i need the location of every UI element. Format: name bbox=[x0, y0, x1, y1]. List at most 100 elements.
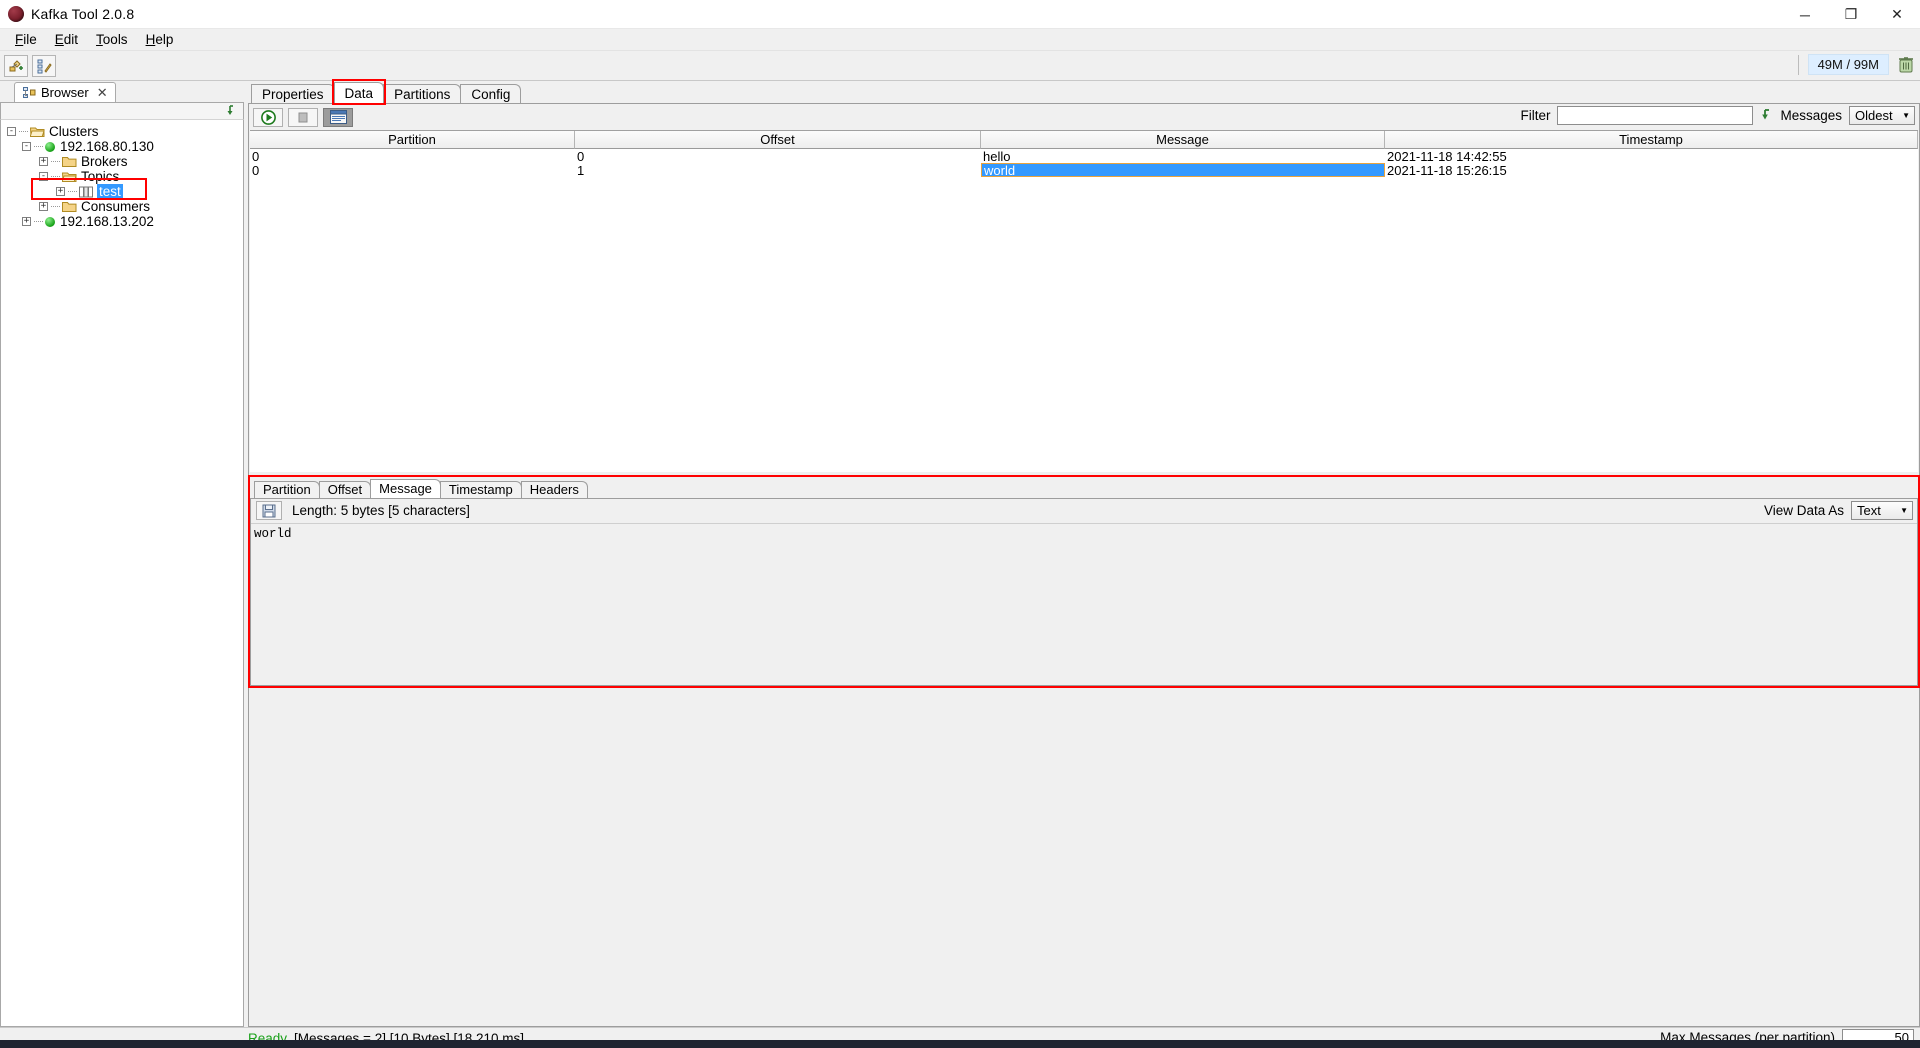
topic-tabstrip: Properties Data Partitions Config bbox=[248, 79, 1920, 105]
column-header-timestamp[interactable]: Timestamp bbox=[1385, 131, 1918, 149]
collapse-all-icon[interactable] bbox=[226, 105, 237, 117]
table-view-button[interactable] bbox=[323, 107, 353, 127]
menu-bar: File Edit Tools Help bbox=[0, 29, 1920, 51]
detail-tab-offset[interactable]: Offset bbox=[318, 480, 372, 498]
tab-browser-close-icon[interactable]: ✕ bbox=[97, 85, 108, 101]
cell-offset: 1 bbox=[577, 163, 585, 177]
tab-browser[interactable]: Browser ✕ bbox=[14, 82, 116, 102]
cell-message: hello bbox=[983, 149, 1011, 163]
tree-item-topics[interactable]: - Topics bbox=[1, 169, 243, 184]
topic-icon bbox=[79, 186, 93, 197]
topic-detail-panel: Properties Data Partitions Config Filter… bbox=[248, 79, 1920, 1027]
detail-tab-message-label: Message bbox=[379, 481, 432, 496]
menu-tools[interactable]: Tools bbox=[87, 30, 137, 49]
expander-consumers[interactable]: + bbox=[39, 202, 48, 211]
tree-item-topic-test-label: test bbox=[97, 184, 123, 199]
expander-topic-test[interactable]: + bbox=[56, 187, 65, 196]
folder-icon bbox=[62, 156, 77, 167]
tab-properties[interactable]: Properties bbox=[251, 84, 335, 103]
menu-edit[interactable]: Edit bbox=[46, 30, 87, 49]
tree-item-clusters[interactable]: - Clusters bbox=[1, 124, 243, 139]
message-content-view[interactable]: world bbox=[251, 522, 1917, 685]
menu-file[interactable]: File bbox=[6, 30, 46, 49]
column-header-offset[interactable]: Offset bbox=[575, 131, 981, 149]
menu-file-rest: ile bbox=[23, 32, 37, 47]
menu-help-rest: elp bbox=[155, 32, 174, 47]
filter-input[interactable] bbox=[1557, 106, 1754, 125]
add-cluster-button[interactable] bbox=[4, 54, 28, 77]
maximize-button[interactable]: ❐ bbox=[1828, 0, 1874, 29]
message-detail-tabstrip: Partition Offset Message Timestamp Heade… bbox=[250, 478, 1918, 498]
chevron-down-icon: ▼ bbox=[1902, 111, 1910, 120]
kafka-tool-icon bbox=[8, 6, 24, 22]
expander-clusters[interactable]: - bbox=[7, 127, 16, 136]
tree-connector bbox=[51, 161, 60, 162]
cell-partition: 0 bbox=[252, 163, 260, 177]
detail-tab-partition[interactable]: Partition bbox=[254, 480, 320, 498]
tree-connector bbox=[51, 206, 60, 207]
stop-button[interactable] bbox=[288, 107, 318, 127]
detail-tab-message[interactable]: Message bbox=[370, 478, 441, 498]
tree-item-brokers[interactable]: + Brokers bbox=[1, 154, 243, 169]
tab-browser-label: Browser bbox=[41, 85, 89, 100]
messages-grid[interactable]: Partition Offset Message Timestamp 0 0 h… bbox=[250, 130, 1918, 472]
expander-cluster-1[interactable]: - bbox=[22, 142, 31, 151]
memory-indicator-group: 49M / 99M bbox=[1797, 54, 1914, 75]
window-controls: ─ ❐ ✕ bbox=[1782, 0, 1920, 29]
cell-message-selected[interactable]: world bbox=[981, 163, 1385, 177]
minimize-button[interactable]: ─ bbox=[1782, 0, 1828, 29]
messages-grid-body: 0 0 hello 2021-11-18 14:42:55 0 1 world … bbox=[250, 149, 1918, 472]
tree-toolbar bbox=[0, 102, 244, 120]
table-row[interactable]: 0 1 world 2021-11-18 15:26:15 bbox=[250, 163, 1918, 177]
tree-connector bbox=[34, 221, 43, 222]
tree-item-cluster-2-label: 192.168.13.202 bbox=[60, 214, 154, 229]
column-header-partition[interactable]: Partition bbox=[250, 131, 575, 149]
view-data-as-value: Text bbox=[1857, 502, 1881, 518]
messages-order-select[interactable]: Oldest ▼ bbox=[1849, 106, 1915, 125]
tree-item-cluster-2[interactable]: + 192.168.13.202 bbox=[1, 214, 243, 229]
tab-partitions[interactable]: Partitions bbox=[383, 84, 462, 103]
tree-item-clusters-label: Clusters bbox=[49, 124, 99, 139]
tab-partitions-label: Partitions bbox=[394, 86, 451, 102]
browser-tree-icon bbox=[23, 86, 36, 98]
tree-item-brokers-label: Brokers bbox=[81, 154, 128, 169]
detail-tab-headers[interactable]: Headers bbox=[520, 480, 588, 498]
data-tab-content: Filter Messages Oldest ▼ Partition Offse… bbox=[248, 103, 1920, 1027]
chevron-down-icon: ▼ bbox=[1900, 505, 1908, 515]
add-cluster-icon bbox=[9, 59, 23, 71]
detail-tab-headers-label: Headers bbox=[529, 482, 579, 497]
tree-item-consumers[interactable]: + Consumers bbox=[1, 199, 243, 214]
save-message-button[interactable] bbox=[256, 501, 282, 520]
close-button[interactable]: ✕ bbox=[1874, 0, 1920, 29]
view-data-as-group: View Data As Text ▼ bbox=[1764, 500, 1913, 520]
expander-brokers[interactable]: + bbox=[39, 157, 48, 166]
main-toolbar: 49M / 99M bbox=[0, 51, 1920, 81]
detail-tab-timestamp[interactable]: Timestamp bbox=[439, 480, 522, 498]
filter-down-arrow-icon[interactable] bbox=[1760, 108, 1773, 123]
tree-item-cluster-1-label: 192.168.80.130 bbox=[60, 139, 154, 154]
trash-icon[interactable] bbox=[1898, 56, 1914, 74]
window-title: Kafka Tool 2.0.8 bbox=[31, 6, 135, 22]
tree-item-cluster-1[interactable]: - 192.168.80.130 bbox=[1, 139, 243, 154]
run-query-icon bbox=[260, 109, 276, 125]
expander-topics[interactable]: - bbox=[39, 172, 48, 181]
message-detail-body: Length: 5 bytes [5 characters] View Data… bbox=[250, 497, 1918, 686]
edit-cluster-button[interactable] bbox=[32, 54, 56, 77]
column-header-message[interactable]: Message bbox=[981, 131, 1385, 149]
run-query-button[interactable] bbox=[253, 107, 283, 127]
title-bar: Kafka Tool 2.0.8 ─ ❐ ✕ bbox=[0, 0, 1920, 29]
toolbar-separator bbox=[1797, 54, 1799, 75]
table-row[interactable]: 0 0 hello 2021-11-18 14:42:55 bbox=[250, 149, 1918, 163]
cluster-tree[interactable]: - Clusters - 192.168.80.130 + Brokers - … bbox=[0, 120, 244, 1027]
view-data-as-select[interactable]: Text ▼ bbox=[1851, 500, 1913, 520]
folder-open-icon bbox=[30, 127, 45, 137]
expander-cluster-2[interactable]: + bbox=[22, 217, 31, 226]
menu-help[interactable]: Help bbox=[137, 30, 183, 49]
tab-config[interactable]: Config bbox=[460, 84, 522, 103]
tree-item-topic-test[interactable]: + test bbox=[1, 184, 243, 199]
message-detail-pane: Partition Offset Message Timestamp Heade… bbox=[248, 474, 1920, 688]
detail-tab-timestamp-label: Timestamp bbox=[448, 482, 513, 497]
filter-label: Filter bbox=[1520, 108, 1551, 123]
tab-data[interactable]: Data bbox=[331, 79, 387, 105]
cell-partition: 0 bbox=[252, 149, 260, 163]
